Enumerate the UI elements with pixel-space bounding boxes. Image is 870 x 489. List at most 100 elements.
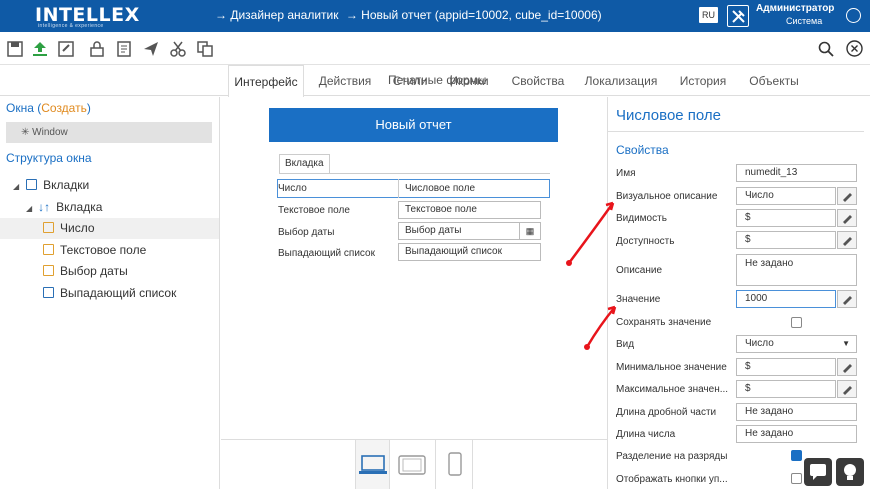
prop-label-description: Описание bbox=[616, 265, 663, 276]
tab-print-forms[interactable]: Печатные формы bbox=[388, 73, 486, 87]
form-tab-line bbox=[279, 173, 550, 174]
prop-value-input[interactable]: 1000 bbox=[736, 290, 836, 308]
tab-objects[interactable]: Объекты bbox=[742, 65, 806, 98]
save-value-checkbox[interactable] bbox=[791, 317, 802, 328]
form-title[interactable]: Новый отчет bbox=[269, 108, 558, 142]
copy-icon[interactable] bbox=[197, 41, 213, 57]
tree-item-dropdown[interactable]: Выпадающий список bbox=[43, 283, 176, 304]
laptop-icon bbox=[359, 455, 387, 474]
properties-panel: Числовое поле Свойства Имя numedit_13 Ви… bbox=[607, 97, 870, 489]
tree-item-number[interactable]: Число bbox=[0, 218, 219, 239]
upload-icon[interactable] bbox=[32, 41, 48, 57]
tree-item-label: Выбор даты bbox=[60, 264, 128, 278]
prop-fraction-input[interactable]: Не задано bbox=[736, 403, 857, 421]
prop-description-textarea[interactable]: Не задано bbox=[736, 254, 857, 286]
tree-item-label: Выпадающий список bbox=[60, 286, 177, 300]
form-label-number: Число bbox=[278, 183, 307, 194]
prop-max-input[interactable]: $ bbox=[736, 380, 836, 398]
pencil-icon[interactable] bbox=[837, 231, 857, 249]
prop-label-name: Имя bbox=[616, 168, 636, 179]
left-panel: Окна (Создать) ✳ Window Структура окна ◢… bbox=[0, 97, 220, 489]
tab-localization[interactable]: Локализация bbox=[581, 65, 661, 98]
tree-item-tab[interactable]: ◢ ↓↑ Вкладка bbox=[26, 197, 102, 218]
form-field-text[interactable]: Текстовое поле bbox=[398, 201, 541, 219]
form-field-dropdown[interactable]: Выпадающий список bbox=[398, 243, 541, 261]
window-item-label: Window bbox=[32, 127, 68, 138]
prop-length-input[interactable]: Не задано bbox=[736, 425, 857, 443]
form-tab[interactable]: Вкладка bbox=[279, 154, 330, 173]
prop-min-input[interactable]: $ bbox=[736, 358, 836, 376]
form-label-date: Выбор даты bbox=[278, 227, 335, 238]
prop-label-fraction: Длина дробной части bbox=[616, 407, 717, 418]
tree-item-date-picker[interactable]: Выбор даты bbox=[43, 261, 128, 282]
grouping-checkbox[interactable] bbox=[791, 450, 802, 461]
lightbulb-icon[interactable] bbox=[836, 458, 864, 486]
tablet-view-button[interactable] bbox=[391, 440, 436, 489]
logo-tagline: intelligence & experience bbox=[38, 23, 104, 29]
form-field-number[interactable]: Числовое поле bbox=[405, 183, 475, 194]
pencil-icon[interactable] bbox=[837, 358, 857, 376]
tab-actions[interactable]: Действия bbox=[310, 65, 380, 98]
windows-label: Окна bbox=[6, 101, 34, 115]
properties-divider bbox=[608, 131, 864, 132]
prop-kind-select[interactable]: Число ▼ bbox=[736, 335, 857, 353]
chat-icon[interactable] bbox=[804, 458, 832, 486]
toolbar: Интерфейс Действия Стили Иконки Свойства… bbox=[0, 32, 870, 98]
calendar-icon[interactable]: ▦ bbox=[519, 223, 540, 239]
prop-visual-input[interactable]: Число bbox=[736, 187, 836, 205]
properties-title: Числовое поле bbox=[616, 107, 722, 124]
tab-arrows-icon: ↓↑ bbox=[38, 200, 51, 214]
text-field-icon bbox=[43, 244, 54, 255]
caret-down-icon[interactable]: ◢ bbox=[13, 182, 19, 191]
caret-down-icon: ▼ bbox=[842, 339, 850, 348]
tree-item-text-field[interactable]: Текстовое поле bbox=[43, 240, 146, 261]
lock-icon[interactable] bbox=[89, 41, 105, 57]
user-icon[interactable] bbox=[846, 8, 861, 23]
structure-header: Структура окна bbox=[6, 151, 92, 165]
prop-label-value: Значение bbox=[616, 294, 661, 305]
create-window-link[interactable]: Создать bbox=[41, 101, 87, 115]
save-icon[interactable] bbox=[7, 41, 23, 57]
caret-down-icon[interactable]: ◢ bbox=[26, 204, 32, 213]
pencil-icon[interactable] bbox=[837, 209, 857, 227]
tab-interface[interactable]: Интерфейс bbox=[228, 65, 304, 98]
prop-visibility-input[interactable]: $ bbox=[736, 209, 836, 227]
breadcrumb-designer[interactable]: → Дизайнер аналитик bbox=[215, 8, 338, 22]
field-divider bbox=[398, 179, 399, 198]
device-switcher bbox=[221, 439, 607, 489]
prop-access-input[interactable]: $ bbox=[736, 231, 836, 249]
send-icon[interactable] bbox=[143, 41, 159, 57]
breadcrumb: → Дизайнер аналитик → Новый отчет (appid… bbox=[215, 8, 606, 22]
logo[interactable]: INTELLEX intelligence & experience bbox=[32, 3, 139, 29]
tree-item-label: Число bbox=[60, 221, 95, 235]
breadcrumb-report: → Новый отчет (appid=10002, cube_id=1000… bbox=[345, 8, 602, 22]
desktop-view-button[interactable] bbox=[355, 440, 390, 489]
date-picker-icon bbox=[43, 265, 54, 276]
prop-label-min: Минимальное значение bbox=[616, 362, 727, 373]
top-bar: INTELLEX intelligence & experience → Диз… bbox=[0, 0, 870, 32]
save-as-icon[interactable] bbox=[58, 41, 74, 57]
admin-tools-icon[interactable] bbox=[727, 5, 749, 27]
prop-label-visual: Визуальное описание bbox=[616, 191, 718, 202]
phone-icon bbox=[448, 452, 462, 476]
search-icon[interactable] bbox=[818, 41, 834, 57]
phone-view-button[interactable] bbox=[437, 440, 473, 489]
prop-label-grouping: Разделение на разряды bbox=[616, 451, 728, 462]
close-icon[interactable] bbox=[846, 40, 863, 57]
window-item[interactable]: ✳ Window bbox=[6, 122, 212, 143]
cut-icon[interactable] bbox=[170, 41, 186, 57]
form-label-dropdown: Выпадающий список bbox=[278, 248, 375, 259]
spin-buttons-checkbox[interactable] bbox=[791, 473, 802, 484]
tree-item-label: Вкладки bbox=[43, 178, 90, 192]
tab-properties[interactable]: Свойства bbox=[506, 65, 570, 98]
dropdown-list-icon bbox=[43, 287, 54, 298]
pencil-icon[interactable] bbox=[837, 380, 857, 398]
prop-name-input[interactable]: numedit_13 bbox=[736, 164, 857, 182]
language-button[interactable]: RU bbox=[699, 7, 718, 23]
tab-history[interactable]: История bbox=[675, 65, 731, 98]
properties-section: Свойства bbox=[616, 143, 669, 157]
tree-item-tabs[interactable]: ◢ Вкладки bbox=[13, 175, 89, 196]
report-icon[interactable] bbox=[116, 41, 132, 57]
pencil-icon[interactable] bbox=[837, 187, 857, 205]
pencil-icon[interactable] bbox=[837, 290, 857, 308]
